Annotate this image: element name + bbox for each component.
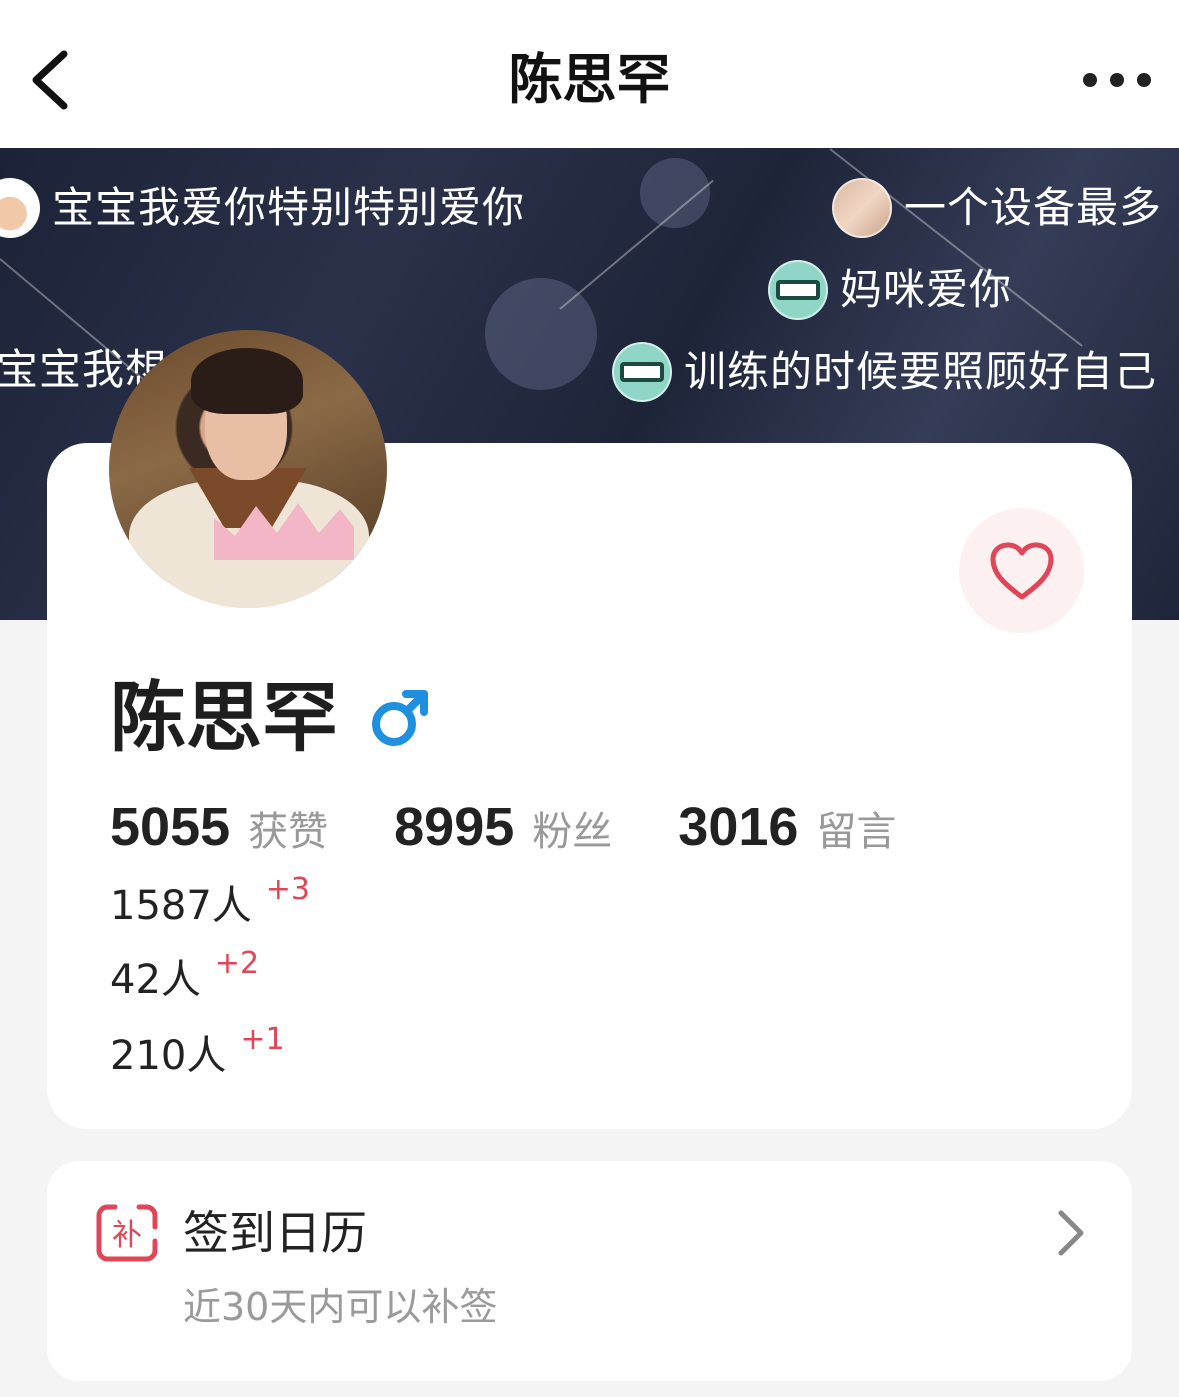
lottery-badge-avatar [612,342,672,402]
heart-icon [990,542,1053,599]
decor-circle [485,278,597,390]
baby-avatar [0,178,40,238]
sub-count-delta: +3 [265,872,311,907]
profile-name-row: 陈思罕 [110,670,432,766]
stat-messages[interactable]: 3016 留言 [678,796,896,858]
photo-avatar [832,178,892,238]
makeup-checkin-icon-char: 补 [112,1218,142,1253]
calendar-title: 签到日历 [183,1206,367,1260]
chevron-right-icon [1058,1210,1084,1256]
favorite-button[interactable] [959,508,1084,633]
danmaku-text: 妈咪爱你 [840,265,1013,314]
avatar-hair [191,348,303,414]
stat-value: 8995 [394,797,515,857]
danmaku-item: 训练的时候要照顾好自己 [612,340,1157,404]
stat-likes[interactable]: 5055 获赞 [110,796,328,858]
danmaku-item: 宝宝我爱你特别特别爱你 [0,176,525,240]
stat-fans[interactable]: 8995 粉丝 [394,796,612,858]
sub-count-value: 1587人 [110,883,252,929]
danmaku-text: 一个设备最多 [904,183,1163,232]
decor-streak [559,179,714,310]
more-options-button[interactable] [1074,58,1160,102]
sub-count-delta: +2 [214,946,260,981]
sub-count-row: 42人 +2 [110,946,259,1008]
sub-count-delta: +1 [240,1022,285,1057]
danmaku-item: 一个设备最多 [832,176,1162,240]
danmaku-text: 训练的时候要照顾好自己 [684,347,1158,396]
more-dots-icon [1083,73,1151,87]
sub-count-row: 210人 +1 [110,1022,285,1084]
stat-value: 3016 [678,797,799,857]
danmaku-text: 宝宝我爱你特别特别爱你 [52,183,526,232]
calendar-subtitle: 近30天内可以补签 [183,1285,498,1329]
sub-count-row: 1587人 +3 [110,872,310,934]
checkin-calendar-card[interactable]: 补 签到日历 近30天内可以补签 [47,1161,1132,1381]
profile-avatar[interactable] [109,330,387,608]
page-title: 陈思罕 [508,48,671,111]
stat-label: 留言 [816,809,897,855]
stat-label: 获赞 [248,809,329,855]
sub-count-value: 210人 [110,1033,227,1079]
profile-stats: 5055 获赞 8995 粉丝 3016 留言 [110,796,962,858]
profile-name: 陈思罕 [110,673,338,762]
stat-label: 粉丝 [532,809,613,855]
male-gender-icon [372,690,428,746]
makeup-checkin-icon: 补 [96,1204,158,1262]
sub-count-value: 42人 [110,957,201,1003]
lottery-badge-avatar [768,260,828,320]
stat-value: 5055 [110,797,231,857]
danmaku-item: 妈咪爱你 [768,258,1012,322]
top-nav-bar: 陈思罕 [0,0,1179,148]
